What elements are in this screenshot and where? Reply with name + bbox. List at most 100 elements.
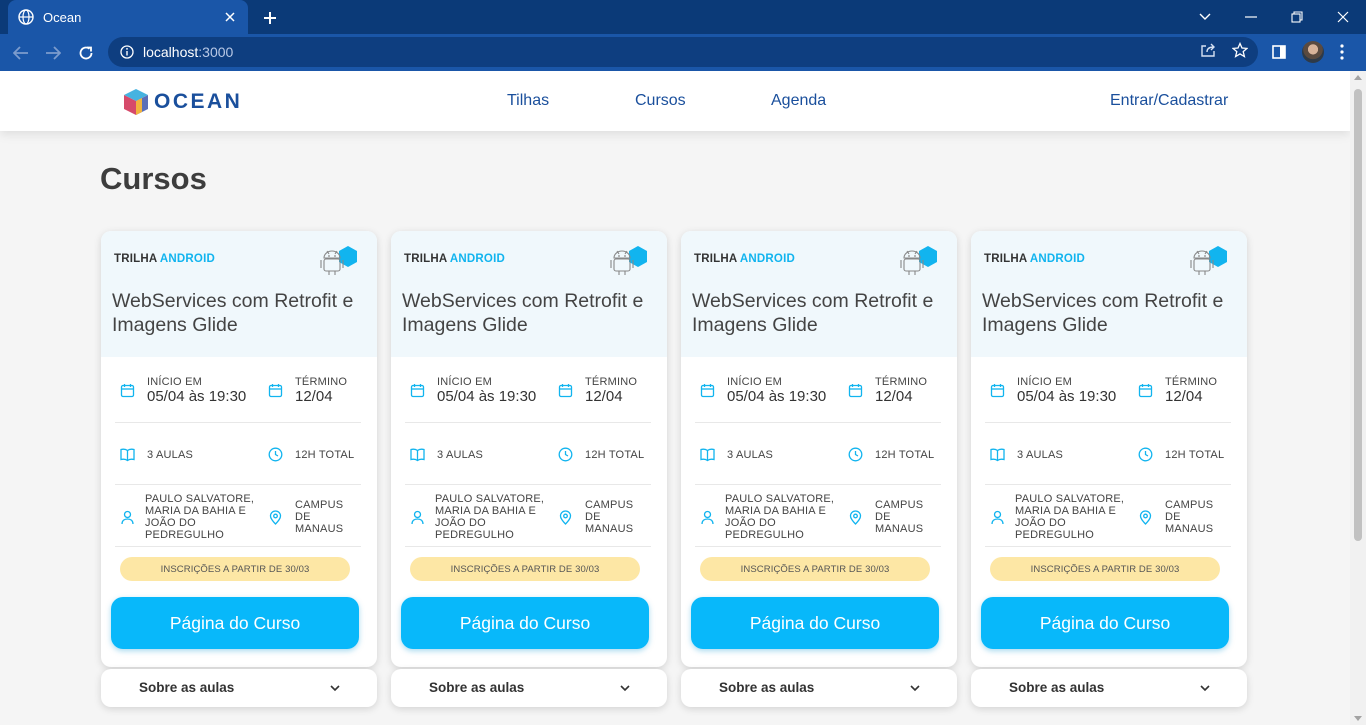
scroll-down-icon[interactable]	[1354, 716, 1362, 721]
calendar-icon	[700, 383, 715, 398]
lessons-info: 3 AULAS	[120, 447, 193, 462]
workload-row: 3 AULAS 12H TOTAL	[405, 423, 651, 485]
page-scrollbar[interactable]	[1350, 71, 1366, 725]
location-info: CAMPUS DE MANAUS	[558, 499, 653, 535]
end-value: 12/04	[295, 388, 333, 405]
url-host: localhost	[143, 44, 199, 60]
location: CAMPUS DE MANAUS	[295, 499, 344, 535]
people-place-row: PAULO SALVATORE, MARIA DA BAHIA E JOÃO D…	[985, 485, 1231, 547]
site-header: OCEAN Tilhas Cursos Agenda Entrar/Cadast…	[0, 71, 1350, 131]
calendar-icon	[120, 383, 135, 398]
course-page-button[interactable]: Página do Curso	[111, 597, 359, 649]
tab-title: Ocean	[43, 9, 82, 25]
clock-icon	[268, 447, 283, 462]
info-icon[interactable]	[120, 45, 134, 59]
end-value: 12/04	[585, 388, 623, 405]
start-info: INÍCIO EM 05/04 às 19:30	[120, 376, 260, 405]
calendar-icon	[1138, 383, 1153, 398]
total-hours: 12H TOTAL	[295, 448, 355, 461]
location-info: CAMPUS DE MANAUS	[848, 499, 943, 535]
course-page-button[interactable]: Página do Curso	[981, 597, 1229, 649]
close-tab-icon[interactable]	[222, 9, 238, 25]
end-value: 12/04	[875, 388, 913, 405]
start-label: INÍCIO EM	[437, 376, 492, 388]
total-info: 12H TOTAL	[558, 447, 644, 462]
enrollment-badge: INSCRIÇÕES A PARTIR DE 30/03	[410, 557, 640, 581]
total-info: 12H TOTAL	[848, 447, 934, 462]
scrollbar-thumb[interactable]	[1354, 89, 1362, 541]
start-label: INÍCIO EM	[1017, 376, 1072, 388]
forward-icon[interactable]	[40, 40, 66, 66]
start-info: INÍCIO EM 05/04 às 19:30	[990, 376, 1130, 405]
total-info: 12H TOTAL	[1138, 447, 1224, 462]
login-link[interactable]: Entrar/Cadastrar	[1110, 92, 1228, 110]
scroll-up-icon[interactable]	[1354, 75, 1362, 80]
chevron-down-icon[interactable]	[329, 682, 341, 694]
course-card-header: TRILHA ANDROID WebServices com Retrofit …	[101, 231, 377, 357]
enrollment-badge: INSCRIÇÕES A PARTIR DE 30/03	[700, 557, 930, 581]
trilha-name: ANDROID	[159, 253, 215, 265]
tab-search-icon[interactable]	[1182, 0, 1228, 34]
start-label: INÍCIO EM	[727, 376, 782, 388]
trilha-label: TRILHA ANDROID	[694, 253, 795, 265]
schedule-row: INÍCIO EM 05/04 às 19:30 TÉRMINO 12/04	[115, 357, 361, 423]
workload-row: 3 AULAS 12H TOTAL	[115, 423, 361, 485]
trilha-name: ANDROID	[1029, 253, 1085, 265]
chevron-down-icon[interactable]	[619, 682, 631, 694]
new-tab-button[interactable]	[259, 7, 281, 29]
map-pin-icon	[1138, 509, 1153, 525]
person-icon	[700, 510, 715, 525]
lessons-info: 3 AULAS	[990, 447, 1063, 462]
location: CAMPUS DE MANAUS	[585, 499, 634, 535]
schedule-row: INÍCIO EM 05/04 às 19:30 TÉRMINO 12/04	[405, 357, 651, 423]
chevron-down-icon[interactable]	[909, 682, 921, 694]
nav-cursos[interactable]: Cursos	[635, 92, 686, 110]
trilha-name: ANDROID	[449, 253, 505, 265]
about-lessons-toggle[interactable]: Sobre as aulas	[391, 669, 667, 707]
calendar-icon	[990, 383, 1005, 398]
end-info: TÉRMINO 12/04	[268, 376, 363, 405]
back-icon[interactable]	[8, 40, 34, 66]
about-lessons-label: Sobre as aulas	[139, 680, 235, 695]
start-info: INÍCIO EM 05/04 às 19:30	[700, 376, 840, 405]
profile-avatar[interactable]	[1302, 41, 1324, 63]
course-card-header: TRILHA ANDROID WebServices com Retrofit …	[681, 231, 957, 357]
schedule-row: INÍCIO EM 05/04 às 19:30 TÉRMINO 12/04	[985, 357, 1231, 423]
course-page-button[interactable]: Página do Curso	[401, 597, 649, 649]
calendar-icon	[848, 383, 863, 398]
about-lessons-label: Sobre as aulas	[719, 680, 815, 695]
lessons-count: 3 AULAS	[437, 448, 484, 461]
restore-icon[interactable]	[1274, 0, 1320, 34]
nav-agenda[interactable]: Agenda	[771, 92, 826, 110]
browser-tab[interactable]: Ocean	[8, 0, 248, 34]
share-icon[interactable]	[1199, 41, 1217, 59]
bookmark-star-icon[interactable]	[1231, 41, 1249, 59]
end-label: TÉRMINO	[875, 376, 928, 388]
course-card-header: TRILHA ANDROID WebServices com Retrofit …	[391, 231, 667, 357]
trilha-prefix: TRILHA	[694, 253, 737, 265]
about-lessons-label: Sobre as aulas	[429, 680, 525, 695]
chevron-down-icon[interactable]	[1199, 682, 1211, 694]
instructors: PAULO SALVATORE, MARIA DA BAHIA E JOÃO D…	[725, 493, 835, 541]
globe-icon	[18, 9, 34, 25]
course-card: TRILHA ANDROID WebServices com Retrofit …	[391, 231, 667, 667]
android-hexagon-icon	[320, 246, 357, 275]
ocean-logo[interactable]: OCEAN	[122, 87, 242, 117]
course-page-button[interactable]: Página do Curso	[691, 597, 939, 649]
reload-icon[interactable]	[73, 40, 99, 66]
menu-dots-icon[interactable]	[1331, 41, 1353, 63]
total-hours: 12H TOTAL	[1165, 448, 1225, 461]
about-lessons-toggle[interactable]: Sobre as aulas	[971, 669, 1247, 707]
about-lessons-toggle[interactable]: Sobre as aulas	[101, 669, 377, 707]
course-card: TRILHA ANDROID WebServices com Retrofit …	[101, 231, 377, 667]
nav-tilhas[interactable]: Tilhas	[507, 92, 549, 110]
close-window-icon[interactable]	[1320, 0, 1366, 34]
minimize-icon[interactable]	[1228, 0, 1274, 34]
course-title: WebServices com Retrofit e Imagens Glide	[692, 290, 934, 336]
about-lessons-toggle[interactable]: Sobre as aulas	[681, 669, 957, 707]
android-hexagon-icon	[900, 246, 937, 275]
side-panel-icon[interactable]	[1268, 41, 1290, 63]
address-bar[interactable]: localhost :3000	[108, 37, 1258, 67]
trilha-prefix: TRILHA	[404, 253, 447, 265]
instructors: PAULO SALVATORE, MARIA DA BAHIA E JOÃO D…	[1015, 493, 1125, 541]
